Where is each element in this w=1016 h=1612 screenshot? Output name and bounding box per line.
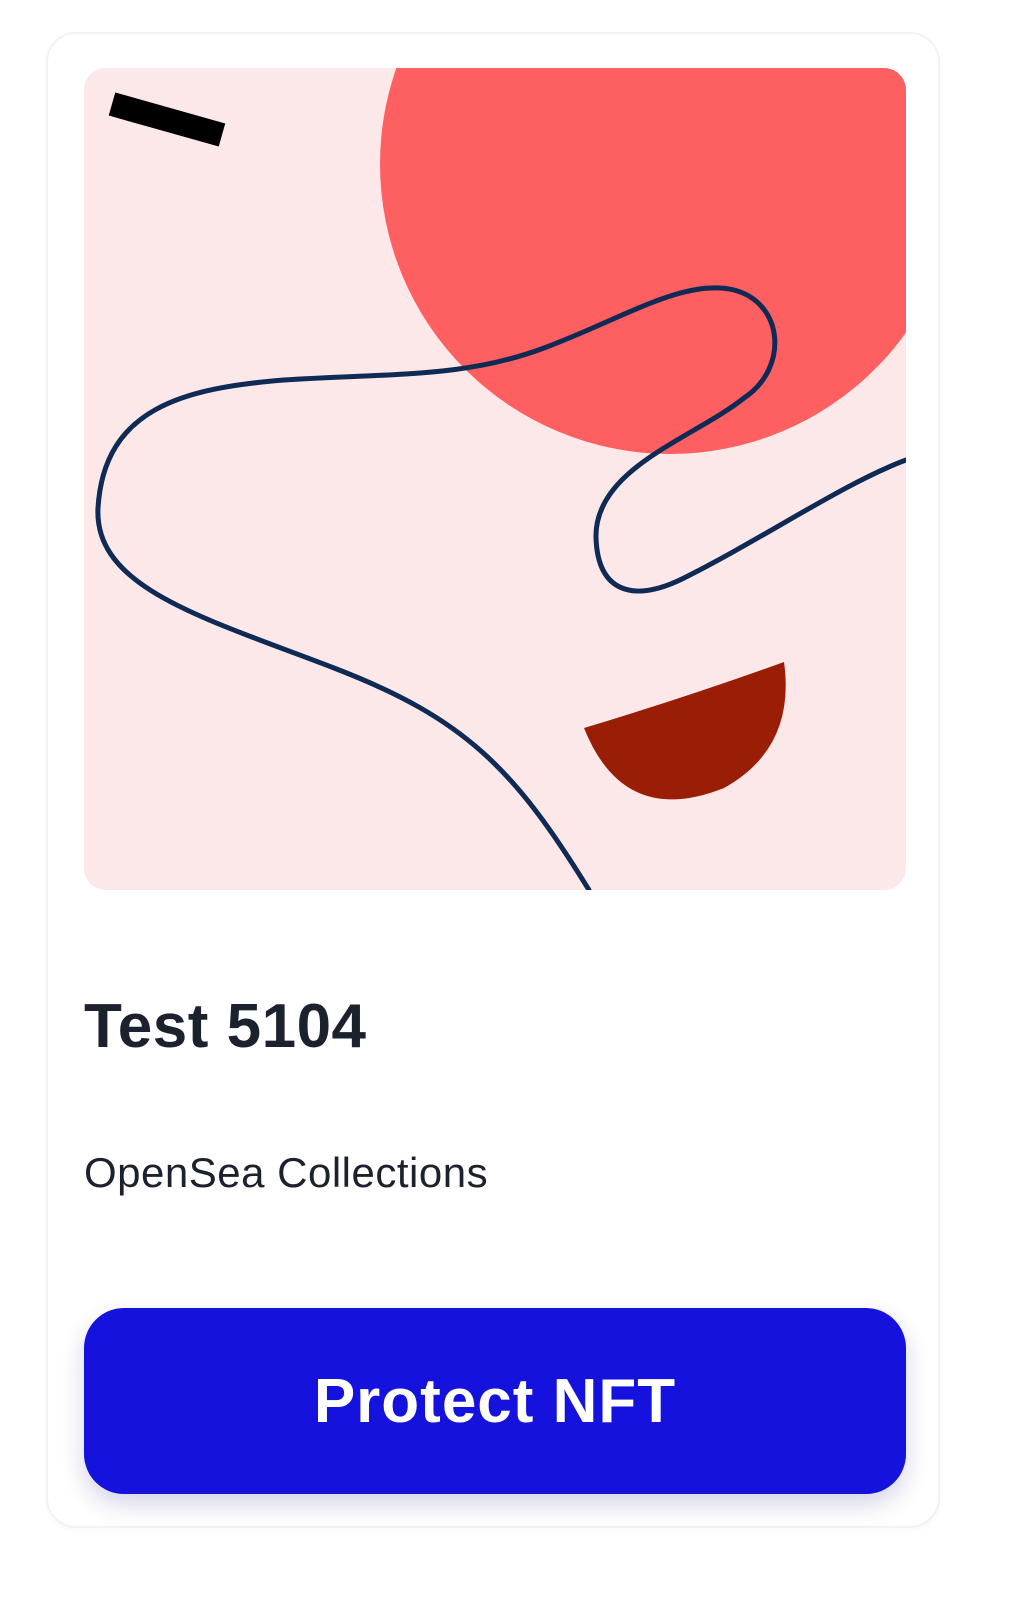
nft-collection-name: OpenSea Collections bbox=[84, 1149, 489, 1196]
protect-nft-button[interactable]: Protect NFT bbox=[84, 1308, 906, 1494]
nft-card: Test 5104 OpenSea Collections Protect NF… bbox=[46, 32, 940, 1528]
nft-artwork-svg bbox=[84, 68, 906, 890]
nft-artwork-image[interactable] bbox=[84, 68, 906, 890]
nft-title: Test 5104 bbox=[84, 992, 367, 1061]
